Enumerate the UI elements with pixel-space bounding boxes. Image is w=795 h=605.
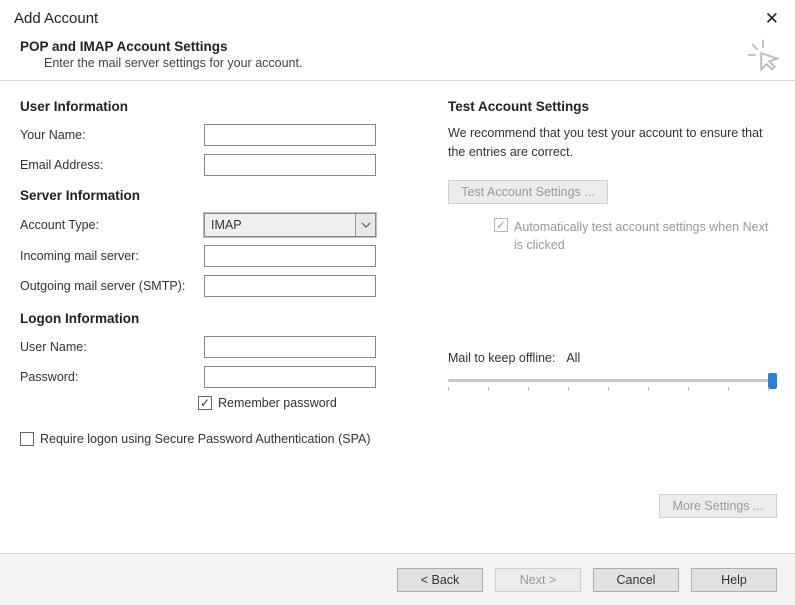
more-settings-button[interactable]: More Settings ... <box>659 494 777 518</box>
remember-password-row: ✓ Remember password <box>198 396 420 410</box>
your-name-row: Your Name: <box>20 124 420 146</box>
password-row: Password: <box>20 366 420 388</box>
slider-thumb[interactable] <box>768 373 777 389</box>
username-label: User Name: <box>20 340 204 354</box>
password-label: Password: <box>20 370 204 384</box>
auto-test-label: Automatically test account settings when… <box>514 218 777 254</box>
test-account-button[interactable]: Test Account Settings ... <box>448 180 608 204</box>
outgoing-row: Outgoing mail server (SMTP): <box>20 275 420 297</box>
your-name-label: Your Name: <box>20 128 204 142</box>
account-type-label: Account Type: <box>20 218 204 232</box>
cursor-icon <box>745 37 781 73</box>
spa-checkbox[interactable] <box>20 432 34 446</box>
server-info-heading: Server Information <box>20 188 420 203</box>
spa-label: Require logon using Secure Password Auth… <box>40 432 371 446</box>
window-title: Add Account <box>14 10 98 27</box>
username-row: User Name: <box>20 336 420 358</box>
header-block: POP and IMAP Account Settings Enter the … <box>0 35 795 81</box>
mail-offline-value: All <box>566 351 580 365</box>
checkmark-icon: ✓ <box>496 219 506 231</box>
slider-ticks <box>448 387 769 391</box>
outgoing-input[interactable] <box>204 275 376 297</box>
auto-test-row: ✓ Automatically test account settings wh… <box>494 218 777 254</box>
auto-test-checkbox: ✓ <box>494 218 508 232</box>
user-info-heading: User Information <box>20 99 420 114</box>
content-area: User Information Your Name: Email Addres… <box>0 81 795 456</box>
account-type-select[interactable]: IMAP <box>204 213 376 237</box>
mail-offline-block: Mail to keep offline: All <box>448 350 777 397</box>
cancel-button[interactable]: Cancel <box>593 568 679 592</box>
title-bar: Add Account ✕ <box>0 0 795 35</box>
username-input[interactable] <box>204 336 376 358</box>
help-button[interactable]: Help <box>691 568 777 592</box>
footer: < Back Next > Cancel Help <box>0 553 795 605</box>
incoming-label: Incoming mail server: <box>20 249 204 263</box>
next-button[interactable]: Next > <box>495 568 581 592</box>
remember-password-checkbox[interactable]: ✓ <box>198 396 212 410</box>
test-description: We recommend that you test your account … <box>448 124 777 162</box>
logon-info-heading: Logon Information <box>20 311 420 326</box>
your-name-input[interactable] <box>204 124 376 146</box>
back-button[interactable]: < Back <box>397 568 483 592</box>
checkmark-icon: ✓ <box>200 397 210 409</box>
account-type-value: IMAP <box>211 218 242 232</box>
outgoing-label: Outgoing mail server (SMTP): <box>20 279 204 293</box>
email-row: Email Address: <box>20 154 420 176</box>
incoming-input[interactable] <box>204 245 376 267</box>
mail-offline-slider[interactable] <box>448 375 777 397</box>
spa-row: Require logon using Secure Password Auth… <box>20 432 420 446</box>
right-column: Test Account Settings We recommend that … <box>448 99 777 446</box>
email-label: Email Address: <box>20 158 204 172</box>
remember-password-label: Remember password <box>218 396 337 410</box>
password-input[interactable] <box>204 366 376 388</box>
mail-offline-label: Mail to keep offline: <box>448 351 555 365</box>
account-type-row: Account Type: IMAP <box>20 213 420 237</box>
incoming-row: Incoming mail server: <box>20 245 420 267</box>
header-title: POP and IMAP Account Settings <box>20 39 775 54</box>
left-column: User Information Your Name: Email Addres… <box>20 99 420 446</box>
slider-track <box>448 379 777 382</box>
close-icon[interactable]: ✕ <box>759 8 785 29</box>
chevron-down-icon[interactable] <box>355 214 375 236</box>
test-heading: Test Account Settings <box>448 99 777 114</box>
header-subtitle: Enter the mail server settings for your … <box>44 56 775 70</box>
email-input[interactable] <box>204 154 376 176</box>
